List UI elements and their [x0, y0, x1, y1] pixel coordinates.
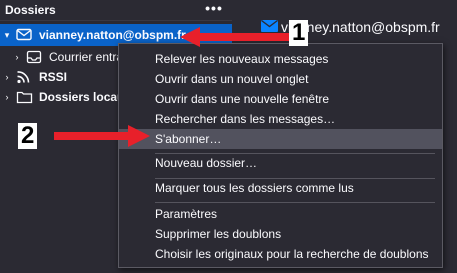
collapse-twisty-icon[interactable]: › — [3, 92, 11, 102]
menu-item-new-folder[interactable]: Nouveau dossier… — [119, 153, 442, 173]
folder-pane-header: Dossiers ••• — [0, 0, 232, 21]
menu-item-open-new-tab[interactable]: Ouvrir dans un nouvel onglet — [119, 69, 442, 89]
mail-account-icon — [16, 28, 34, 42]
rss-icon — [16, 70, 34, 84]
menu-separator — [155, 202, 435, 203]
menu-item-remove-duplicates[interactable]: Supprimer les doublons — [119, 224, 442, 244]
annotation-arrow-1 — [180, 27, 292, 47]
folder-row-label: vianney.natton@obspm.fr — [39, 28, 186, 42]
folder-icon — [16, 90, 34, 104]
annotation-arrow-2 — [54, 125, 150, 147]
menu-item-settings[interactable]: Paramètres — [119, 204, 442, 224]
inbox-icon — [26, 50, 44, 64]
annotation-number-2: 2 — [18, 123, 38, 149]
menu-item-search-messages[interactable]: Rechercher dans les messages… — [119, 109, 442, 129]
menu-item-subscribe[interactable]: S'abonner… — [119, 129, 442, 149]
collapse-twisty-icon[interactable]: › — [3, 72, 11, 82]
folder-pane-menu-button[interactable]: ••• — [204, 0, 224, 16]
expand-twisty-icon[interactable]: ▾ — [3, 30, 11, 41]
folder-row-label: RSSI — [39, 70, 68, 84]
folder-pane-title: Dossiers — [5, 3, 56, 17]
menu-item-open-new-window[interactable]: Ouvrir dans une nouvelle fenêtre — [119, 89, 442, 109]
annotation-number-1: 1 — [289, 20, 309, 46]
menu-item-mark-all-read[interactable]: Marquer tous les dossiers comme lus — [119, 178, 442, 198]
menu-item-get-messages[interactable]: Relever les nouveaux messages — [119, 49, 442, 69]
menu-item-choose-originals[interactable]: Choisir les originaux pour la recherche … — [119, 244, 442, 264]
folder-context-menu: Relever les nouveaux messages Ouvrir dan… — [118, 43, 443, 268]
expand-twisty-icon[interactable]: › — [13, 52, 21, 62]
